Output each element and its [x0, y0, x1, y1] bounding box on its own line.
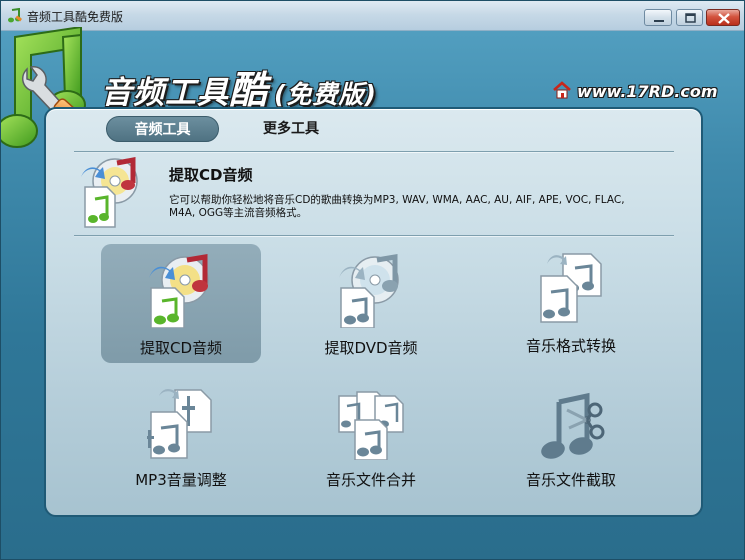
- tool-label: MP3音量调整: [135, 471, 227, 489]
- tool-format-convert[interactable]: 音乐格式转换: [491, 244, 651, 364]
- tool-merge-files[interactable]: 音乐文件合并: [291, 376, 451, 496]
- tool-label: 音乐格式转换: [525, 337, 616, 355]
- tool-extract-cd[interactable]: 提取CD音频: [101, 244, 261, 363]
- title-bar[interactable]: 音频工具酷免费版: [1, 1, 744, 31]
- maximize-button[interactable]: [676, 9, 703, 26]
- minimize-icon: [654, 20, 664, 22]
- file-convert-icon: [540, 253, 602, 323]
- volume-file-icon: [147, 388, 212, 459]
- tab-audio-tools[interactable]: 音频工具: [106, 116, 219, 142]
- close-button[interactable]: [706, 9, 740, 26]
- tool-label: 提取CD音频: [139, 339, 223, 357]
- home-icon[interactable]: [552, 81, 572, 99]
- app-title: 音频工具酷 (免费版): [101, 68, 377, 112]
- scissors-note-icon: [541, 392, 605, 459]
- website-link[interactable]: www.17RD.com: [577, 82, 718, 101]
- cd-music-icon: [81, 157, 138, 228]
- window-title: 音频工具酷免费版: [27, 10, 124, 24]
- file-merge-icon: [338, 391, 404, 460]
- tab-more-tools[interactable]: 更多工具: [248, 116, 334, 142]
- maximize-icon: [685, 13, 696, 23]
- feature-title: 提取CD音频: [169, 166, 253, 184]
- divider-bottom: [74, 235, 674, 237]
- tool-cut-file[interactable]: 音乐文件截取: [491, 376, 651, 496]
- cd-music-icon: [149, 254, 209, 328]
- dvd-music-icon: [339, 254, 399, 328]
- tool-label: 音乐文件合并: [325, 471, 416, 489]
- feature-description: 它可以帮助你轻松地将音乐CD的歌曲转换为MP3, WAV, WMA, AAC, …: [169, 194, 625, 219]
- app-small-icon: [8, 8, 23, 23]
- app-window: 音频工具酷免费版 音频工具酷 (免费版) www.17RD.com 音频工具 更…: [0, 0, 745, 560]
- tool-extract-dvd[interactable]: 提取DVD音频: [291, 244, 451, 364]
- minimize-button[interactable]: [644, 9, 672, 26]
- close-icon: [718, 13, 730, 24]
- divider-top: [74, 151, 674, 153]
- tool-label: 音乐文件截取: [525, 471, 616, 489]
- tool-mp3-volume[interactable]: MP3音量调整: [101, 376, 261, 496]
- tool-label: 提取DVD音频: [324, 339, 418, 357]
